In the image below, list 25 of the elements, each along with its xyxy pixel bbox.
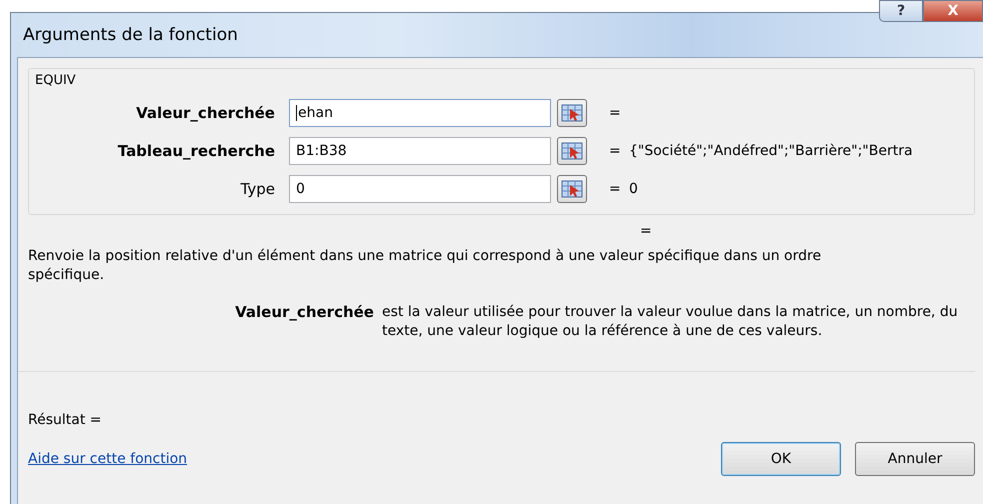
equals-sign: =	[609, 105, 622, 121]
argument-description: est la valeur utilisée pour trouver la valeur voulue dans la matrice, un nombre, du texte, une valeur logique ou la référence à une de ces valeurs.	[382, 303, 959, 341]
argument-label: Type	[240, 180, 276, 198]
argument-name: Valeur_cherchée	[234, 303, 375, 323]
argument-field[interactable]: ehan	[289, 99, 551, 127]
formula-result: =	[640, 223, 652, 239]
argument-label: Tableau_recherche	[116, 142, 276, 160]
argument-result: 0	[629, 181, 638, 197]
cancel-button[interactable]: Annuler	[855, 442, 975, 476]
function-name: EQUIV	[35, 73, 77, 88]
argument-field[interactable]: 0	[289, 175, 551, 203]
range-select-button[interactable]	[557, 175, 587, 203]
argument-label: Valeur_cherchée	[135, 104, 276, 122]
range-select-button[interactable]	[557, 137, 587, 165]
range-select-button[interactable]	[557, 99, 587, 127]
result-label: Résultat =	[28, 412, 103, 428]
ok-button[interactable]: OK	[721, 442, 841, 476]
function-description: Renvoie la position relative d'un élément dans une matrice qui correspond à une valeur spécifique dans un ordre spécifique.	[28, 247, 822, 285]
equals-sign: =	[609, 143, 622, 159]
window-title: Arguments de la fonction	[23, 25, 238, 45]
help-button[interactable]: ?	[879, 0, 923, 22]
help-link[interactable]: Aide sur cette fonction	[28, 451, 188, 467]
equals-sign: =	[609, 181, 622, 197]
argument-result: {"Société";"Andéfred";"Barrière";"Bertra	[629, 143, 913, 159]
argument-field[interactable]: B1:B38	[289, 137, 551, 165]
